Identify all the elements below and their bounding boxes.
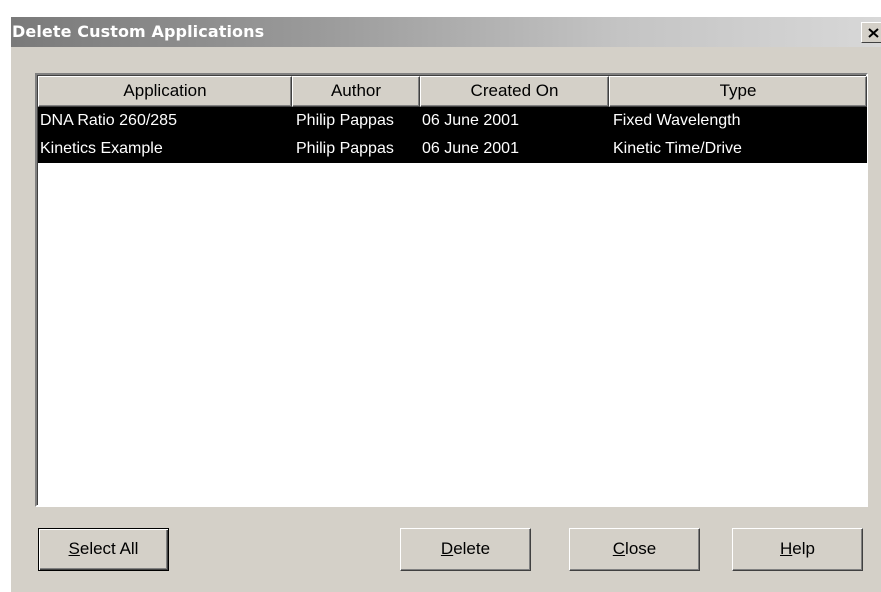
cell-created-on: 06 June 2001 [422, 112, 519, 129]
column-header-author[interactable]: Author [292, 76, 420, 107]
column-header-application[interactable]: Application [38, 76, 292, 107]
table-row[interactable]: Kinetics Example Philip Pappas 06 June 2… [38, 135, 867, 163]
list-header: Application Author Created On Type [38, 76, 867, 107]
select-all-label: elect All [79, 539, 139, 558]
cell-author: Philip Pappas [296, 140, 394, 157]
delete-custom-applications-dialog: Delete Custom Applications Application A… [10, 16, 881, 592]
cell-author: Philip Pappas [296, 112, 394, 129]
cell-type: Kinetic Time/Drive [613, 140, 742, 157]
cell-application: Kinetics Example [40, 140, 163, 157]
delete-label: elete [453, 539, 491, 558]
column-header-type[interactable]: Type [609, 76, 867, 107]
select-all-mnemonic: S [68, 539, 80, 558]
close-window-button[interactable] [861, 22, 881, 43]
dialog-title: Delete Custom Applications [12, 22, 265, 41]
close-x-icon [868, 28, 879, 38]
title-bar[interactable]: Delete Custom Applications [11, 17, 881, 47]
column-header-created-on[interactable]: Created On [420, 76, 609, 107]
help-label: elp [792, 539, 815, 558]
delete-mnemonic: D [440, 539, 454, 558]
table-row[interactable]: DNA Ratio 260/285 Philip Pappas 06 June … [38, 107, 867, 135]
cell-created-on: 06 June 2001 [422, 140, 519, 157]
help-button[interactable]: Help [732, 528, 863, 571]
close-button[interactable]: Close [569, 528, 700, 571]
close-label: lose [625, 539, 657, 558]
applications-list[interactable]: Application Author Created On Type DNA R… [35, 73, 868, 507]
close-mnemonic: C [612, 539, 626, 558]
delete-button[interactable]: Delete [400, 528, 531, 571]
help-mnemonic: H [780, 539, 793, 558]
select-all-button[interactable]: Select All [38, 528, 169, 571]
cell-application: DNA Ratio 260/285 [40, 112, 177, 129]
cell-type: Fixed Wavelength [613, 112, 741, 129]
